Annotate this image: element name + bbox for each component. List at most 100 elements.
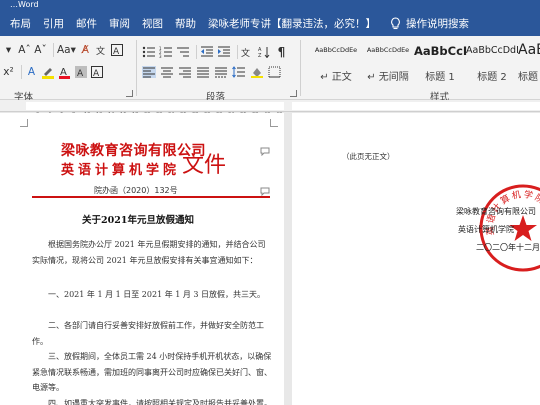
- font-dialog-launcher[interactable]: [126, 90, 133, 97]
- crop-mark: [20, 119, 28, 127]
- style-name-heading2[interactable]: 标题 2: [466, 68, 518, 83]
- phonetic-guide-button[interactable]: 文: [95, 42, 108, 58]
- line-spacing-icon[interactable]: [232, 66, 246, 78]
- svg-text:3: 3: [159, 54, 162, 58]
- red-separator-line: [32, 196, 270, 198]
- font-row-2: x² A A A A: [2, 64, 106, 80]
- document-title: 关于2021年元旦放假通知: [82, 215, 194, 226]
- tab-view[interactable]: 视图: [136, 16, 169, 31]
- body-paragraph-2: 一、2021 年 1 月 1 日至 2021 年 1 月 3 日放假，共三天。: [48, 290, 266, 299]
- ruler-page2: [292, 102, 540, 110]
- document-page-2[interactable]: （此页无正文） 英语计算机学院 梁咏教育咨询有限公司 英语计算机学院 二〇二〇年…: [292, 113, 540, 405]
- font-color-icon: A: [59, 67, 70, 79]
- signature-dept: 英语计算机学院: [458, 225, 514, 234]
- group-divider: [136, 40, 137, 96]
- enclose-characters-button[interactable]: A: [111, 42, 124, 58]
- shrink-font-button[interactable]: Aˇ: [34, 42, 47, 58]
- character-shading-button[interactable]: A: [74, 64, 87, 80]
- font-size-dropdown-arrow[interactable]: ▾: [2, 42, 15, 58]
- body-paragraph-3: 二、各部门请自行妥善安排好放假前工作，并做好安全防范工作。: [32, 321, 264, 346]
- change-case-button[interactable]: Aa▾: [57, 42, 76, 58]
- paragraph-row-1: 123 文 AZ ¶: [142, 44, 291, 60]
- distributed-icon[interactable]: [214, 66, 228, 78]
- show-marks-button[interactable]: ¶: [275, 44, 288, 60]
- body-paragraph-5: 四、如遇重大突发事件，请按照相关规定及时报告并妥善处置。: [48, 399, 272, 405]
- paragraph-dialog-launcher[interactable]: [290, 90, 297, 97]
- ruler-page1: 24681012141618202224262830323436384042: [26, 102, 284, 118]
- decrease-indent-icon[interactable]: [200, 46, 213, 58]
- svg-text:A: A: [77, 69, 84, 78]
- tab-help[interactable]: 帮助: [169, 16, 202, 31]
- style-name-no-spacing[interactable]: ↵ 无间隔: [362, 68, 414, 83]
- svg-text:文: 文: [241, 47, 250, 58]
- horizontal-ruler[interactable]: 24681012141618202224262830323436384042: [0, 100, 540, 118]
- align-left-icon[interactable]: [142, 66, 156, 78]
- borders-icon[interactable]: [268, 66, 282, 78]
- svg-text:A: A: [93, 69, 100, 78]
- multilevel-list-icon[interactable]: [176, 46, 189, 58]
- body-paragraph-1: 根据国务院办公厅 2021 年元旦假期安排的通知，并结合公司实际情况，现将公司 …: [32, 240, 266, 265]
- style-name-title[interactable]: 标题: [518, 68, 540, 83]
- highlighter-icon: [42, 68, 54, 79]
- signature-org: 梁咏教育咨询有限公司: [456, 207, 536, 216]
- group-divider: [300, 40, 301, 96]
- chinese-layout-icon[interactable]: 文: [241, 46, 254, 58]
- separator: [53, 43, 54, 57]
- numbering-icon[interactable]: 123: [159, 46, 172, 58]
- grow-font-button[interactable]: Aˆ: [18, 42, 31, 58]
- tab-references[interactable]: 引用: [37, 16, 70, 31]
- svg-text:Z: Z: [258, 53, 262, 58]
- superscript-button[interactable]: x²: [2, 64, 15, 80]
- bullets-icon[interactable]: [142, 46, 155, 58]
- document-page-1[interactable]: 梁咏教育咨询有限公司 英语计算机学院 文件 院办函（2020）132号 关于20…: [0, 113, 284, 405]
- text-effects-button[interactable]: A: [25, 64, 38, 80]
- shading-icon[interactable]: [250, 66, 264, 78]
- style-sample-title[interactable]: AaBbCcDd: [518, 42, 540, 58]
- style-sample-no-spacing[interactable]: AaBbCcDdEe: [362, 46, 414, 54]
- window-title: …Word: [10, 0, 39, 9]
- no-content-note: （此页无正文）: [342, 152, 395, 161]
- svg-text:文: 文: [96, 45, 105, 56]
- separator: [21, 65, 22, 79]
- highlight-button[interactable]: [41, 64, 55, 80]
- character-border-icon: A: [90, 66, 103, 78]
- separator: [237, 45, 238, 59]
- tab-layout[interactable]: 布局: [4, 16, 37, 31]
- align-center-icon[interactable]: [160, 66, 174, 78]
- comment-icon[interactable]: [260, 187, 270, 196]
- title-bar: …Word: [0, 0, 540, 10]
- tell-me-search[interactable]: 操作说明搜索: [390, 16, 469, 31]
- paragraph-row-2: [142, 66, 286, 78]
- enclose-characters-icon: A: [111, 44, 124, 56]
- character-shading-icon: A: [74, 66, 87, 78]
- header-org-dept: 英语计算机学院: [61, 163, 181, 178]
- sort-icon[interactable]: AZ: [258, 46, 271, 58]
- menu-bar: 布局 引用 邮件 审阅 视图 帮助 梁咏老师专讲【翻录违法，必究！】 操作说明搜…: [0, 10, 540, 36]
- header-wenjian: 文件: [182, 153, 227, 178]
- character-border-button[interactable]: A: [90, 64, 103, 80]
- comment-icon[interactable]: [260, 147, 270, 156]
- tell-me-label: 操作说明搜索: [406, 17, 469, 30]
- style-name-heading1[interactable]: 标题 1: [414, 68, 466, 83]
- align-right-icon[interactable]: [178, 66, 192, 78]
- increase-indent-icon[interactable]: [217, 46, 230, 58]
- document-number: 院办函（2020）132号: [94, 186, 178, 195]
- tab-custom[interactable]: 梁咏老师专讲【翻录违法，必究！】: [202, 16, 382, 31]
- style-sample-heading1[interactable]: AaBbCcI: [414, 44, 467, 58]
- svg-text:A: A: [113, 47, 120, 56]
- crop-mark: [270, 119, 278, 127]
- ribbon: ▾ Aˆ Aˇ Aa▾ A̸ 文 A x² A A A A 字体 1 2 3 文…: [0, 36, 540, 103]
- clear-formatting-button[interactable]: A̸: [79, 42, 92, 58]
- lightbulb-icon: [391, 16, 400, 29]
- justify-icon[interactable]: [196, 66, 210, 78]
- body-paragraph-4: 三、放假期间，全体员工需 24 小时保持手机开机状态，以确保紧急情况联系畅通，需…: [32, 352, 272, 392]
- tab-mailings[interactable]: 邮件: [70, 16, 103, 31]
- style-sample-heading2[interactable]: AaBbCcDdI: [466, 45, 519, 56]
- signature-date: 二〇二〇年十二月: [476, 243, 540, 252]
- tab-review[interactable]: 审阅: [103, 16, 136, 31]
- font-row-1: ▾ Aˆ Aˇ Aa▾ A̸ 文 A: [2, 42, 127, 58]
- separator: [196, 45, 197, 59]
- style-sample-normal[interactable]: AaBbCcDdEe: [310, 46, 362, 54]
- font-color-button[interactable]: A: [58, 64, 71, 80]
- style-name-normal[interactable]: ↵ 正文: [310, 68, 362, 83]
